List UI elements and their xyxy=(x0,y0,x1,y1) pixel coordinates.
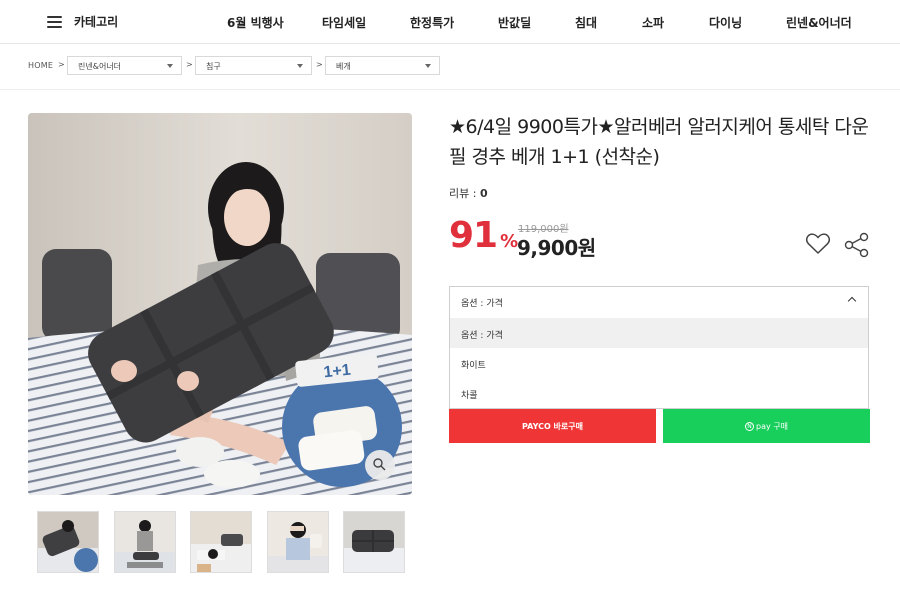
review-count: 0 xyxy=(479,187,488,200)
heart-icon[interactable] xyxy=(805,232,831,256)
discount-unit: % xyxy=(500,231,518,252)
sale-price: 9,900원 xyxy=(517,236,596,260)
nav-item-bed[interactable]: 침대 xyxy=(575,14,597,31)
option-item-white[interactable]: 화이트 xyxy=(450,348,868,378)
nav-item-half-price[interactable]: 반값딜 xyxy=(498,14,531,31)
option-item-charcoal[interactable]: 차콜 xyxy=(450,378,868,408)
npay-buy-button[interactable]: N pay 구매 xyxy=(663,409,870,443)
caret-down-icon xyxy=(425,64,431,68)
product-main-image[interactable]: 1+1 xyxy=(28,113,412,495)
breadcrumb-select-bedding[interactable]: 침구 xyxy=(195,56,312,75)
share-icon[interactable] xyxy=(844,232,870,258)
category-menu-button[interactable]: 카테고리 xyxy=(47,13,118,30)
product-photo: 1+1 xyxy=(28,113,412,495)
npay-logo-icon: N xyxy=(745,421,754,431)
breadcrumb-select-linen[interactable]: 린넨&어너더 xyxy=(67,56,182,75)
option-select-value: 옵션 : 가격 xyxy=(461,299,503,309)
breadcrumb-select-pillow[interactable]: 베개 xyxy=(325,56,440,75)
npay-buy-label: pay 구매 xyxy=(756,421,788,431)
nav-item-june-event[interactable]: 6월 빅행사 xyxy=(227,14,284,31)
option-select-header[interactable]: 옵션 : 가격 xyxy=(450,287,868,318)
breadcrumb-separator: > xyxy=(186,60,193,69)
breadcrumb-select-label: 베개 xyxy=(336,62,351,71)
breadcrumb-separator: > xyxy=(58,60,65,69)
nav-item-linen[interactable]: 린넨&어너더 xyxy=(786,14,852,31)
review-label: 리뷰 : xyxy=(449,187,477,200)
nav-item-dining[interactable]: 다이닝 xyxy=(709,14,742,31)
share-button[interactable] xyxy=(844,232,870,258)
chevron-up-icon[interactable] xyxy=(847,296,857,306)
category-label: 카테고리 xyxy=(74,15,119,29)
review-summary[interactable]: 리뷰 : 0 xyxy=(449,185,488,201)
thumbnail-1[interactable] xyxy=(37,511,99,573)
nav-item-time-sale[interactable]: 타임세일 xyxy=(322,14,366,31)
breadcrumb-home[interactable]: HOME xyxy=(28,61,53,70)
wishlist-button[interactable] xyxy=(805,232,831,256)
thumbnail-2[interactable] xyxy=(114,511,176,573)
discount-value: 91 xyxy=(449,215,498,256)
nav-item-limited-deal[interactable]: 한정특가 xyxy=(410,14,454,31)
breadcrumb-separator: > xyxy=(316,60,323,69)
promo-badge-text: 1+1 xyxy=(323,362,352,382)
payco-buy-label: PAYCO 바로구매 xyxy=(522,421,583,431)
discount-rate: 91% xyxy=(449,215,518,262)
option-item-price[interactable]: 옵션 : 가격 xyxy=(450,318,868,348)
zoom-button[interactable] xyxy=(365,450,395,480)
breadcrumb: HOME > 린넨&어너더 > 침구 > 베개 xyxy=(0,45,900,90)
nav-item-sofa[interactable]: 소파 xyxy=(642,14,664,31)
product-title: ★6/4일 9900특가★알러베러 알러지케어 통세탁 다운필 경추 베개 1+… xyxy=(449,116,869,168)
breadcrumb-select-label: 침구 xyxy=(206,62,221,71)
top-navigation: 카테고리 6월 빅행사 타임세일 한정특가 반값딜 침대 소파 다이닝 린넨&어… xyxy=(0,0,900,44)
hamburger-icon[interactable] xyxy=(47,15,62,28)
caret-down-icon xyxy=(167,64,173,68)
payco-buy-button[interactable]: PAYCO 바로구매 xyxy=(449,409,656,443)
thumbnail-5[interactable] xyxy=(343,511,405,573)
breadcrumb-select-label: 린넨&어너더 xyxy=(78,62,122,71)
option-select[interactable]: 옵션 : 가격 옵션 : 가격 화이트 차콜 xyxy=(449,286,869,409)
caret-down-icon xyxy=(297,64,303,68)
thumbnail-4[interactable] xyxy=(267,511,329,573)
thumbnail-3[interactable] xyxy=(190,511,252,573)
